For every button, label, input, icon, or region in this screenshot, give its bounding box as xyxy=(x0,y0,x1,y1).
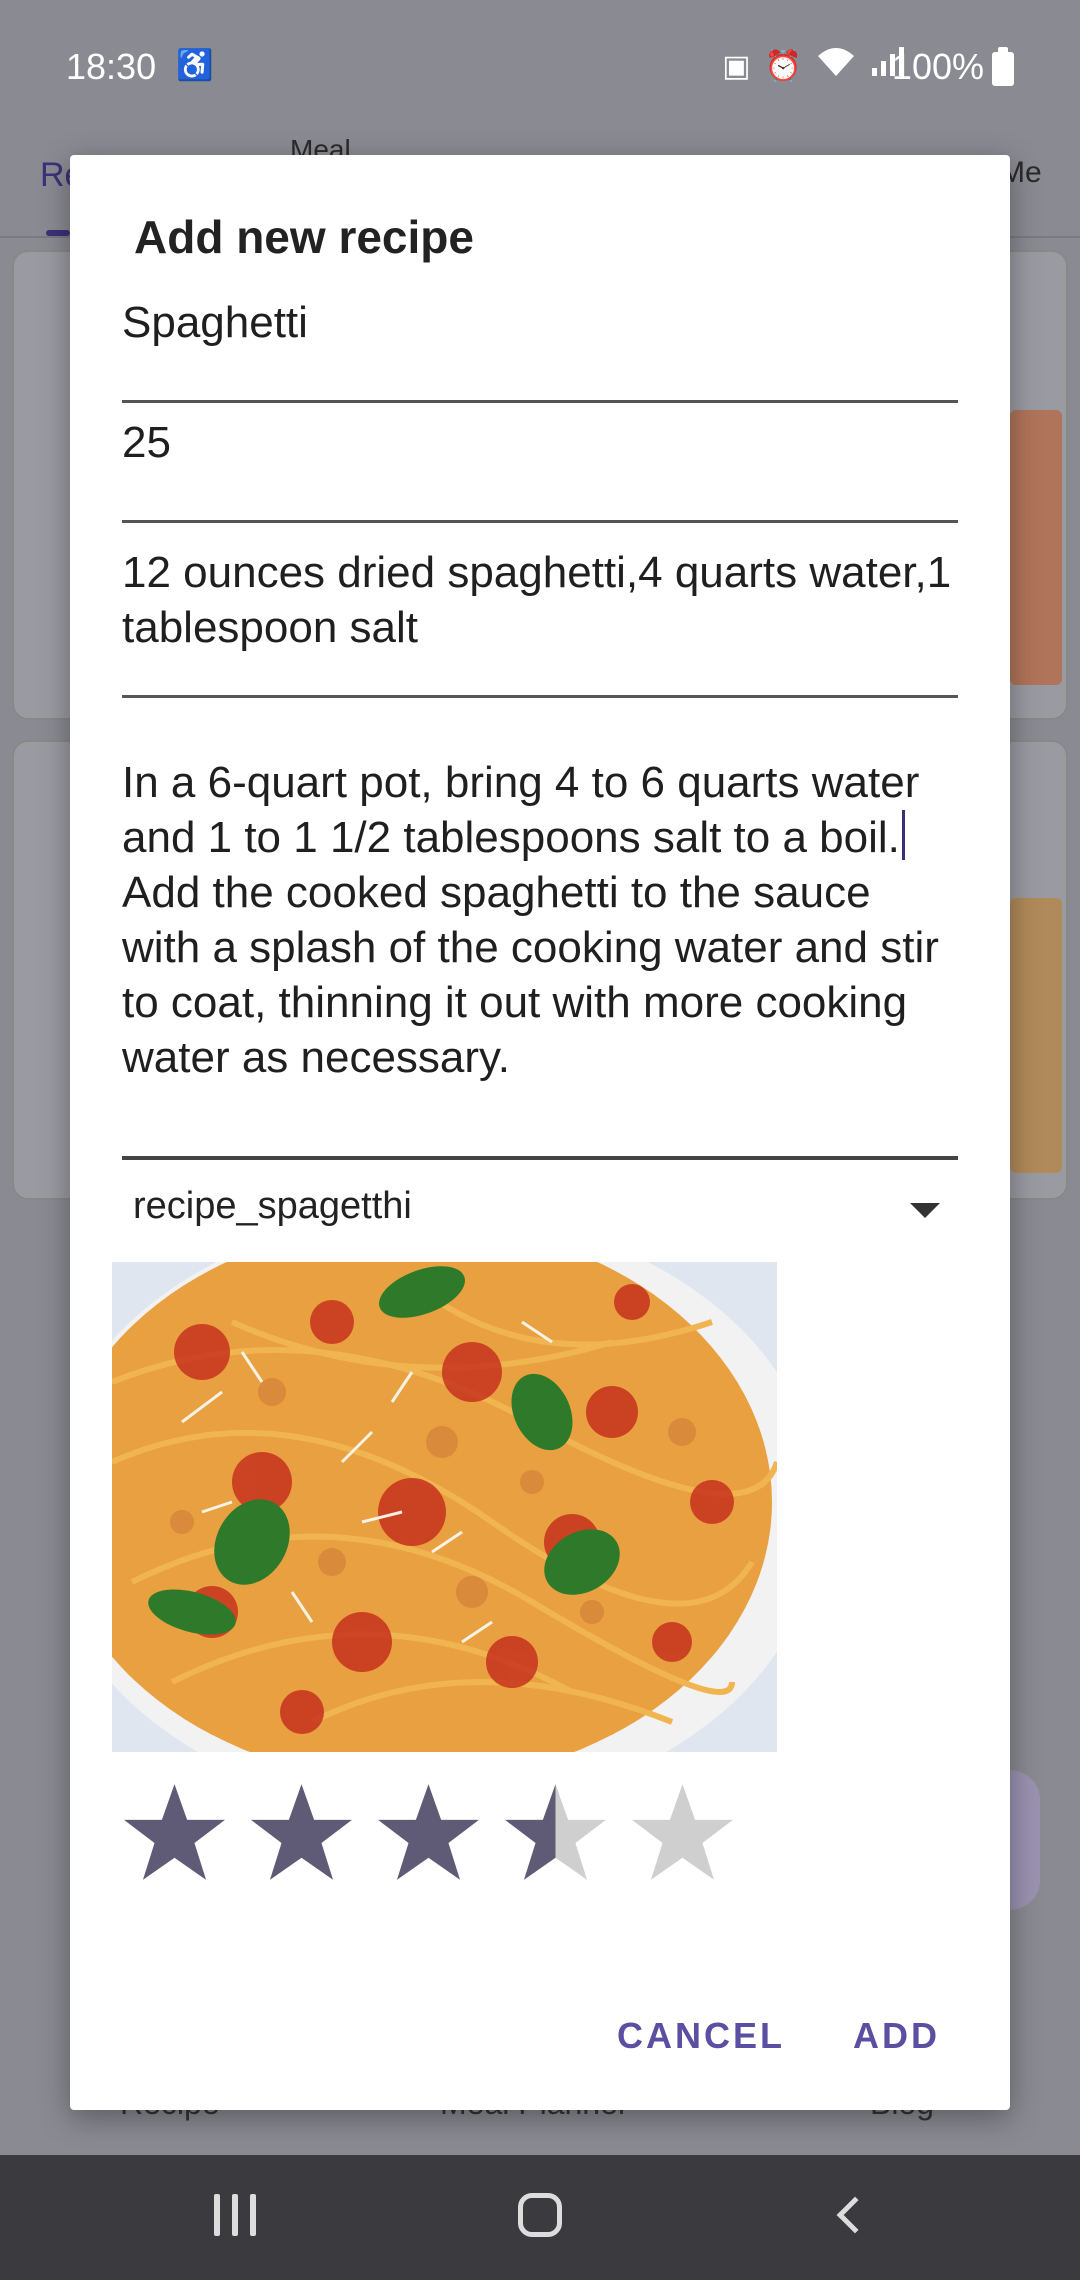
recent-apps-icon xyxy=(214,2194,220,2236)
star-icon[interactable] xyxy=(376,1780,481,1885)
text-cursor xyxy=(901,810,905,860)
image-selector-dropdown[interactable]: recipe_spagetthi xyxy=(130,1175,960,1255)
recent-apps-icon-bar xyxy=(232,2194,238,2236)
cooking-time-field[interactable]: 25 xyxy=(122,415,958,523)
recipe-name-field[interactable]: Spaghetti xyxy=(122,295,958,403)
instructions-line1: In a 6-quart pot, bring 4 to 6 quarts wa… xyxy=(122,758,932,862)
work-profile-icon: ▣ xyxy=(722,49,751,83)
ingredients-value: 12 ounces dried spaghetti,4 quarts water… xyxy=(122,548,964,652)
instructions-field[interactable]: In a 6-quart pot, bring 4 to 6 quarts wa… xyxy=(122,755,958,1160)
status-bar: 18:30 ♿ ▣ ⏰ 100% xyxy=(0,0,1080,130)
status-icons: ▣ ⏰ xyxy=(722,46,904,86)
background-food-thumbnail xyxy=(1010,898,1062,1173)
background-food-thumbnail xyxy=(1010,410,1062,685)
star-icon[interactable] xyxy=(122,1780,227,1885)
star-icon[interactable] xyxy=(249,1780,354,1885)
home-icon xyxy=(518,2193,562,2237)
ingredients-field[interactable]: 12 ounces dried spaghetti,4 quarts water… xyxy=(122,545,958,698)
cooking-time-value: 25 xyxy=(122,418,171,467)
cancel-button[interactable]: CANCEL xyxy=(617,2015,785,2057)
battery-icon xyxy=(992,47,1014,86)
instructions-value: In a 6-quart pot, bring 4 to 6 quarts wa… xyxy=(122,755,958,1085)
system-nav-bar xyxy=(0,2155,1080,2280)
tab-indicator xyxy=(46,230,70,236)
alarm-icon: ⏰ xyxy=(764,49,802,83)
recipe-name-value: Spaghetti xyxy=(122,298,308,347)
dropdown-arrow-icon xyxy=(910,1203,940,1218)
status-time: 18:30 xyxy=(66,46,157,87)
instructions-line2: Add the cooked spaghetti to the sauce wi… xyxy=(122,868,952,1082)
star-icon[interactable] xyxy=(630,1780,735,1885)
recent-apps-button[interactable] xyxy=(205,2185,265,2245)
image-selector-value: recipe_spagetthi xyxy=(133,1185,412,1227)
back-button[interactable] xyxy=(820,2185,880,2245)
add-recipe-dialog: Add new recipe Spaghetti 25 12 ounces dr… xyxy=(70,155,1010,2110)
home-button[interactable] xyxy=(510,2185,570,2245)
rating-bar[interactable] xyxy=(122,1780,735,1900)
back-icon xyxy=(836,2196,874,2234)
dialog-title: Add new recipe xyxy=(134,211,474,263)
recent-apps-icon-bar xyxy=(250,2194,256,2236)
add-button[interactable]: ADD xyxy=(853,2015,940,2057)
star-icon[interactable] xyxy=(503,1780,608,1885)
accessibility-icon: ♿ xyxy=(176,49,214,82)
battery-percentage: 100% xyxy=(891,46,984,87)
wifi-icon xyxy=(816,46,856,86)
recipe-image-preview xyxy=(112,1262,777,1752)
dialog-actions: CANCEL ADD xyxy=(617,2015,940,2057)
